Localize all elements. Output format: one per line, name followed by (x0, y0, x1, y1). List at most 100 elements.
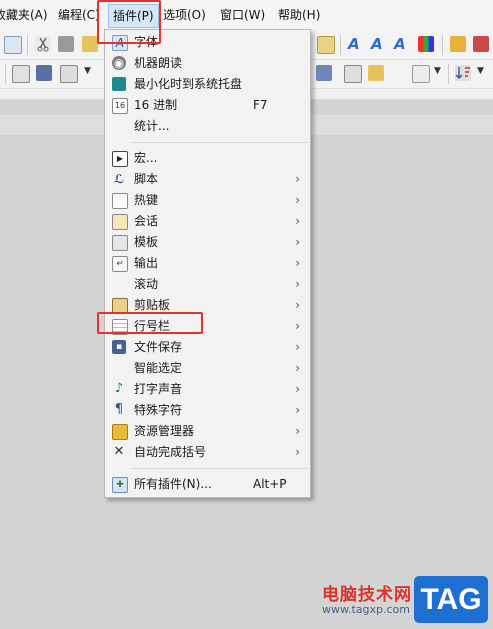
menu-item-label: 会话 (134, 214, 159, 228)
menu-item-label: 打字声音 (134, 382, 183, 396)
menu-item-statistics[interactable]: 统计... (105, 116, 310, 137)
menu-item-label: 宏... (134, 151, 158, 165)
chevron-right-icon: › (295, 172, 300, 186)
script-icon: ℒ (113, 172, 125, 186)
menu-item-session[interactable]: 会话 › (105, 211, 310, 232)
chevron-right-icon: › (295, 277, 300, 291)
highlight-line-number-item (97, 312, 203, 334)
font-style-a-plus-icon[interactable]: A (371, 35, 383, 53)
watermark-tag-logo: TAG (414, 576, 488, 623)
menu-item-speech[interactable]: ◉ 机器朗读 (105, 53, 310, 74)
menu-item-all-plugins[interactable]: ✚ 所有插件(N)... Alt+P (105, 474, 310, 495)
menu-item-shortcut: Alt+P (253, 477, 287, 491)
toolbar-separator (27, 35, 28, 55)
chevron-right-icon: › (295, 340, 300, 354)
highlight-plugins-menu (97, 0, 161, 44)
menu-window[interactable]: 窗口(W) (220, 0, 265, 31)
menu-item-label: 热键 (134, 193, 159, 207)
print-preview-icon[interactable] (60, 65, 78, 83)
chevron-right-icon: › (295, 361, 300, 375)
chevron-right-icon: › (295, 319, 300, 333)
menu-item-label: 滚动 (134, 277, 159, 291)
macro-icon: ▶ (112, 151, 128, 167)
menubar: 收藏夹(A) 编程(C) 插件(P) 选项(O) 窗口(W) 帮助(H) (0, 0, 493, 32)
menu-item-smart-select[interactable]: 智能选定 › (105, 358, 310, 379)
music-note-icon: ♪ (114, 381, 124, 396)
color-grid-icon[interactable] (418, 36, 434, 52)
menu-item-label: 所有插件(N)... (134, 477, 212, 491)
menu-item-minimize-to-tray[interactable]: 最小化时到系统托盘 (105, 74, 310, 95)
watermark-url: www.tagxp.com (322, 603, 410, 616)
menu-item-typing-sound[interactable]: ♪ 打字声音 › (105, 379, 310, 400)
menu-separator (131, 468, 307, 469)
tray-icon (112, 77, 126, 91)
menu-item-label: 自动完成括号 (134, 445, 207, 459)
bookmark-icon[interactable] (473, 36, 489, 52)
hotkey-icon (112, 193, 128, 209)
template-icon (112, 235, 128, 251)
menu-item-label: 最小化时到系统托盘 (134, 77, 243, 91)
speaker-icon: ◉ (112, 56, 126, 70)
watermark-text: 电脑技术网 (322, 585, 412, 605)
menu-item-output[interactable]: ↵ 输出 › (105, 253, 310, 274)
save-all-icon[interactable] (36, 65, 52, 81)
preview-icon[interactable] (4, 36, 22, 54)
font-style-a-minus-icon[interactable]: A (394, 35, 406, 53)
output-icon: ↵ (112, 256, 128, 272)
toolbar-separator (340, 35, 341, 55)
chevron-right-icon: › (295, 214, 300, 228)
dropdown-arrow-icon[interactable]: ▼ (84, 66, 91, 76)
menu-item-scroll[interactable]: 滚动 › (105, 274, 310, 295)
menu-item-label: 文件保存 (134, 340, 183, 354)
menu-item-hex[interactable]: 16 16 进制 F7 (105, 95, 310, 116)
toolbar-separator (5, 64, 6, 84)
copy-icon[interactable] (58, 36, 74, 52)
toolbar-separator (442, 35, 443, 55)
menu-item-auto-brackets[interactable]: ✕ 自动完成括号 › (105, 442, 310, 463)
chevron-right-icon: › (295, 256, 300, 270)
dropdown-arrow-icon[interactable]: ▼ (434, 66, 441, 76)
menu-item-explorer[interactable]: 资源管理器 › (105, 421, 310, 442)
hex-icon: 16 (112, 98, 128, 114)
menu-favorites[interactable]: 收藏夹(A) (0, 0, 48, 31)
chevron-right-icon: › (295, 193, 300, 207)
dropdown-arrow-icon[interactable]: ▼ (477, 66, 484, 76)
chevron-right-icon: › (295, 403, 300, 417)
paste-icon[interactable] (82, 36, 98, 52)
document-icon[interactable] (12, 65, 30, 83)
tool-icon[interactable] (316, 65, 332, 81)
plugins-icon: ✚ (112, 477, 128, 493)
menu-options[interactable]: 选项(O) (163, 0, 206, 31)
plugins-dropdown-menu: A 字体 ◉ 机器朗读 最小化时到系统托盘 16 16 进制 F7 统计... … (104, 29, 311, 498)
sort-icon[interactable] (455, 65, 471, 81)
editor-window: 收藏夹(A) 编程(C) 插件(P) 选项(O) 窗口(W) 帮助(H) A A… (0, 0, 493, 629)
clipboard-tool-icon[interactable] (317, 36, 335, 54)
menu-item-label: 智能选定 (134, 361, 183, 375)
page-icon[interactable] (412, 65, 430, 83)
menu-item-macro[interactable]: ▶ 宏... (105, 148, 310, 169)
menu-item-shortcut: F7 (253, 98, 268, 112)
settings-icon[interactable] (344, 65, 362, 83)
font-style-a-icon[interactable]: A (348, 35, 360, 53)
folder-tool-icon[interactable] (368, 65, 384, 81)
menu-item-label: 16 进制 (134, 98, 178, 112)
menu-item-label: 统计... (134, 119, 170, 133)
chevron-right-icon: › (295, 424, 300, 438)
menu-item-file-save[interactable]: ▪ 文件保存 › (105, 337, 310, 358)
menu-item-special-chars[interactable]: ¶ 特殊字符 › (105, 400, 310, 421)
menu-item-hotkeys[interactable]: 热键 › (105, 190, 310, 211)
session-icon (112, 214, 128, 230)
menu-programming[interactable]: 编程(C) (58, 0, 100, 31)
menu-item-label: 资源管理器 (134, 424, 195, 438)
menu-item-label: 输出 (134, 256, 159, 270)
chevron-right-icon: › (295, 382, 300, 396)
folder-icon (112, 424, 128, 440)
menu-item-script[interactable]: ℒ 脚本 › (105, 169, 310, 190)
cut-icon[interactable] (35, 36, 51, 52)
lock-icon[interactable] (450, 36, 466, 52)
save-icon: ▪ (112, 340, 126, 354)
menu-separator (131, 142, 307, 143)
pilcrow-icon: ¶ (114, 402, 124, 417)
menu-item-template[interactable]: 模板 › (105, 232, 310, 253)
menu-help[interactable]: 帮助(H) (278, 0, 320, 31)
